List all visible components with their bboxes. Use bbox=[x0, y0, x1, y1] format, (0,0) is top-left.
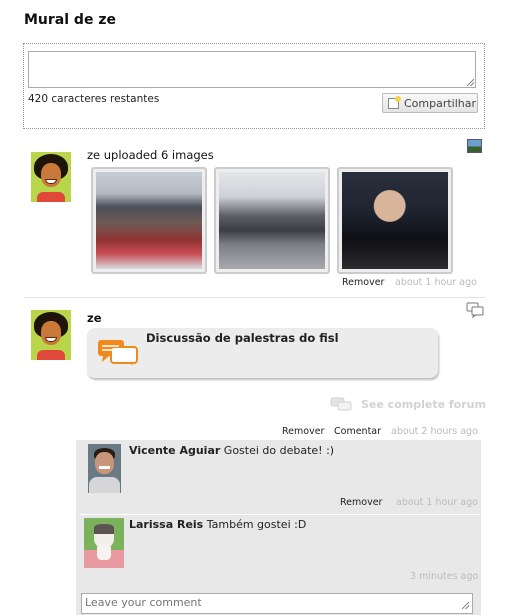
timestamp: 3 minutes ago bbox=[410, 571, 479, 582]
share-button[interactable]: Compartilhar bbox=[382, 93, 478, 113]
fisl-crowd-photo bbox=[96, 172, 202, 269]
timestamp: about 1 hour ago bbox=[396, 497, 478, 508]
forum-link-icon bbox=[330, 397, 352, 411]
note-icon bbox=[388, 96, 401, 109]
post-photo[interactable] bbox=[214, 167, 330, 274]
post-divider bbox=[24, 297, 485, 298]
resize-grip-icon[interactable] bbox=[462, 602, 469, 609]
post-photo[interactable] bbox=[91, 167, 207, 274]
post-photo[interactable] bbox=[337, 167, 453, 274]
comment-text: Gostei do debate! :) bbox=[223, 444, 335, 457]
fisl-lecture-room-photo bbox=[219, 172, 325, 269]
post-header: ze uploaded 6 images bbox=[87, 148, 214, 162]
commenter-name[interactable]: Larissa Reis bbox=[129, 518, 203, 531]
see-complete-forum-link[interactable]: See complete forum bbox=[361, 398, 486, 411]
avatar[interactable] bbox=[31, 152, 71, 202]
timestamp: about 1 hour ago bbox=[395, 277, 477, 288]
comment-text: Também gostei :D bbox=[206, 518, 307, 531]
remove-link[interactable]: Remover bbox=[340, 497, 382, 508]
share-button-label: Compartilhar bbox=[404, 96, 477, 110]
forum-icon bbox=[466, 302, 484, 318]
avatar[interactable] bbox=[88, 444, 121, 493]
status-input[interactable] bbox=[28, 51, 476, 88]
remove-link[interactable]: Remover bbox=[342, 277, 384, 288]
avatar[interactable] bbox=[31, 310, 71, 360]
fisl-boy-tux-photo bbox=[342, 172, 448, 269]
commenter-name[interactable]: Vicente Aguiar bbox=[129, 444, 220, 457]
timestamp: about 2 hours ago bbox=[391, 426, 478, 437]
compose-box: 420 caracteres restantes Compartilhar bbox=[23, 43, 485, 129]
photo-icon bbox=[467, 139, 482, 153]
chat-bubbles-icon bbox=[98, 340, 138, 366]
comment-link[interactable]: Comentar bbox=[334, 426, 381, 437]
post-author[interactable]: ze bbox=[87, 311, 102, 325]
forum-title[interactable]: Discussão de palestras do fisl bbox=[146, 331, 339, 345]
avatar[interactable] bbox=[84, 518, 124, 568]
comment-input[interactable] bbox=[81, 593, 473, 614]
forum-card[interactable]: Discussão de palestras do fisl bbox=[87, 328, 438, 378]
comment-divider bbox=[79, 514, 480, 515]
resize-grip-icon[interactable] bbox=[467, 79, 474, 86]
chars-remaining: 420 caracteres restantes bbox=[28, 93, 160, 105]
page-title: Mural de ze bbox=[24, 12, 116, 28]
remove-link[interactable]: Remover bbox=[282, 426, 324, 437]
